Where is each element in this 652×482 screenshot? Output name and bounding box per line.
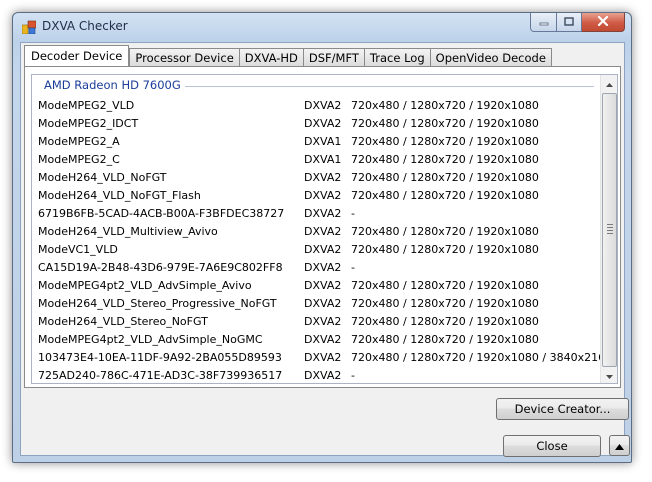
dxva-version: DXVA2 — [304, 333, 342, 346]
tab-decoder-device[interactable]: Decoder Device — [24, 45, 130, 66]
tab-trace-log[interactable]: Trace Log — [363, 48, 431, 66]
dxva-version: DXVA2 — [304, 243, 342, 256]
tab-strip: Decoder Device Processor Device DXVA-HD … — [24, 45, 552, 66]
expand-button[interactable] — [609, 435, 630, 456]
supported-resolutions: 720x480 / 1280x720 / 1920x1080 — [351, 189, 539, 202]
decoder-guid-name: ModeH264_VLD_Stereo_NoFGT — [38, 315, 208, 328]
dxva-version: DXVA2 — [304, 351, 342, 364]
dxva-version: DXVA2 — [304, 315, 342, 328]
supported-resolutions: - — [351, 261, 355, 274]
dxva-version: DXVA2 — [304, 171, 342, 184]
device-creator-button[interactable]: Device Creator... — [496, 398, 629, 420]
tab-processor-device[interactable]: Processor Device — [129, 48, 240, 66]
scrollbar-thumb[interactable] — [602, 93, 617, 367]
list-item[interactable]: ModeH264_VLD_NoFGT DXVA2 720x480 / 1280x72… — [38, 169, 598, 187]
supported-resolutions: 720x480 / 1280x720 / 1920x1080 — [351, 99, 539, 112]
dxva-version: DXVA1 — [304, 135, 342, 148]
list-item[interactable]: ModeH264_VLD_NoFGT_Flash DXVA2 720x480 / 1… — [38, 187, 598, 205]
minimize-icon — [539, 16, 549, 29]
scroll-down-button[interactable] — [601, 367, 617, 383]
supported-resolutions: 720x480 / 1280x720 / 1920x1080 — [351, 135, 539, 148]
list-item[interactable]: 725AD240-786C-471E-AD3C-38F739936517 DXVA… — [38, 367, 598, 383]
dxva-checker-window: DXVA Checker Decoder Device Processor De… — [12, 12, 632, 463]
supported-resolutions: - — [351, 369, 355, 382]
dxva-version: DXVA2 — [304, 99, 342, 112]
tab-dxva-hd[interactable]: DXVA-HD — [238, 48, 304, 66]
dxva-version: DXVA2 — [304, 207, 342, 220]
maximize-icon — [564, 16, 574, 29]
tab-openvideo-decode[interactable]: OpenVideo Decode — [429, 48, 552, 66]
supported-resolutions: - — [351, 207, 355, 220]
client-area: Decoder Device Processor Device DXVA-HD … — [20, 42, 630, 457]
decoder-guid-name: 103473E4-10EA-11DF-9A92-2BA055D89593 — [38, 351, 282, 364]
list-item[interactable]: ModeH264_VLD_Stereo_NoFGT DXVA2 720x480 / … — [38, 313, 598, 331]
list-item[interactable]: CA15D19A-2B48-43D6-979E-7A6E9C802FF8 DXVA… — [38, 259, 598, 277]
decoder-guid-name: ModeH264_VLD_Multiview_Avivo — [38, 225, 218, 238]
group-header-gpu: AMD Radeon HD 7600G — [44, 78, 185, 92]
supported-resolutions: 720x480 / 1280x720 / 1920x1080 — [351, 171, 539, 184]
list-item[interactable]: ModeMPEG2_C DXVA1 720x480 / 1280x720 / 192… — [38, 151, 598, 169]
caption-buttons — [530, 13, 625, 32]
supported-resolutions: 720x480 / 1280x720 / 1920x1080 — [351, 315, 539, 328]
decoder-guid-name: ModeVC1_VLD — [38, 243, 118, 256]
dxva-version: DXVA2 — [304, 297, 342, 310]
dxva-version: DXVA2 — [304, 225, 342, 238]
supported-resolutions: 720x480 / 1280x720 / 1920x1080 — [351, 279, 539, 292]
close-window-button[interactable] — [582, 13, 625, 32]
window-title: DXVA Checker — [42, 19, 128, 33]
supported-resolutions: 720x480 / 1280x720 / 1920x1080 — [351, 117, 539, 130]
dxva-version: DXVA2 — [304, 117, 342, 130]
list-item[interactable]: ModeH264_VLD_Multiview_Avivo DXVA2 720x480… — [38, 223, 598, 241]
maximize-button[interactable] — [557, 13, 582, 32]
list-item[interactable]: ModeMPEG4pt2_VLD_AdvSimple_NoGMC DXVA2 720… — [38, 331, 598, 349]
list-item[interactable]: ModeMPEG2_VLD DXVA2 720x480 / 1280x720 / 1… — [38, 97, 598, 115]
decoder-rows: ModeMPEG2_VLD DXVA2 720x480 / 1280x720 / 1… — [38, 97, 612, 383]
supported-resolutions: 720x480 / 1280x720 / 1920x1080 / 3840x21… — [351, 351, 613, 364]
minimize-button[interactable] — [530, 13, 557, 32]
decoder-guid-name: ModeMPEG4pt2_VLD_AdvSimple_NoGMC — [38, 333, 263, 346]
supported-resolutions: 720x480 / 1280x720 / 1920x1080 — [351, 297, 539, 310]
decoder-list[interactable]: AMD Radeon HD 7600G ModeMPEG2_VLD DXVA2 72… — [31, 74, 618, 384]
decoder-guid-name: ModeMPEG2_C — [38, 153, 120, 166]
tab-dsf-mft[interactable]: DSF/MFT — [302, 48, 365, 66]
decoder-guid-name: ModeH264_VLD_NoFGT — [38, 171, 167, 184]
decoder-guid-name: ModeH264_VLD_Stereo_Progressive_NoFGT — [38, 297, 277, 310]
scroll-up-arrow-icon — [605, 77, 613, 90]
decoder-guid-name: 6719B6FB-5CAD-4ACB-B00A-F3BFDEC38727 — [38, 207, 285, 220]
scroll-down-arrow-icon — [605, 369, 613, 382]
decoder-guid-name: ModeMPEG2_IDCT — [38, 117, 139, 130]
list-item[interactable]: ModeH264_VLD_Stereo_Progressive_NoFGT DXV… — [38, 295, 598, 313]
list-item[interactable]: ModeMPEG4pt2_VLD_AdvSimple_Avivo DXVA2 720… — [38, 277, 598, 295]
title-bar[interactable]: DXVA Checker — [13, 13, 631, 41]
list-item[interactable]: ModeVC1_VLD DXVA2 720x480 / 1280x720 / 192… — [38, 241, 598, 259]
list-item[interactable]: 6719B6FB-5CAD-4ACB-B00A-F3BFDEC38727 DXVA… — [38, 205, 598, 223]
vertical-scrollbar[interactable] — [600, 75, 617, 383]
scroll-up-button[interactable] — [601, 75, 617, 91]
dxva-version: DXVA2 — [304, 279, 342, 292]
decoder-device-page: AMD Radeon HD 7600G ModeMPEG2_VLD DXVA2 72… — [24, 66, 621, 388]
triangle-up-icon — [615, 439, 624, 453]
dxva-app-icon — [21, 20, 37, 35]
list-item[interactable]: 103473E4-10EA-11DF-9A92-2BA055D89593 DXVA… — [38, 349, 612, 367]
supported-resolutions: 720x480 / 1280x720 / 1920x1080 — [351, 153, 539, 166]
decoder-guid-name: CA15D19A-2B48-43D6-979E-7A6E9C802FF8 — [38, 261, 283, 274]
dxva-version: DXVA2 — [304, 261, 342, 274]
dxva-version: DXVA1 — [304, 153, 342, 166]
supported-resolutions: 720x480 / 1280x720 / 1920x1080 — [351, 243, 539, 256]
close-icon — [597, 15, 609, 29]
thumb-grip — [607, 224, 613, 236]
dxva-version: DXVA2 — [304, 369, 342, 382]
supported-resolutions: 720x480 / 1280x720 / 1920x1080 — [351, 225, 539, 238]
decoder-guid-name: ModeMPEG4pt2_VLD_AdvSimple_Avivo — [38, 279, 252, 292]
decoder-guid-name: ModeMPEG2_VLD — [38, 99, 135, 112]
decoder-guid-name: ModeMPEG2_A — [38, 135, 120, 148]
supported-resolutions: 720x480 / 1280x720 / 1920x1080 — [351, 333, 539, 346]
decoder-guid-name: 725AD240-786C-471E-AD3C-38F739936517 — [38, 369, 283, 382]
dxva-version: DXVA2 — [304, 189, 342, 202]
list-item[interactable]: ModeMPEG2_IDCT DXVA2 720x480 / 1280x720 / … — [38, 115, 598, 133]
list-item[interactable]: ModeMPEG2_A DXVA1 720x480 / 1280x720 / 192… — [38, 133, 598, 151]
decoder-guid-name: ModeH264_VLD_NoFGT_Flash — [38, 189, 201, 202]
close-button[interactable]: Close — [503, 435, 601, 457]
